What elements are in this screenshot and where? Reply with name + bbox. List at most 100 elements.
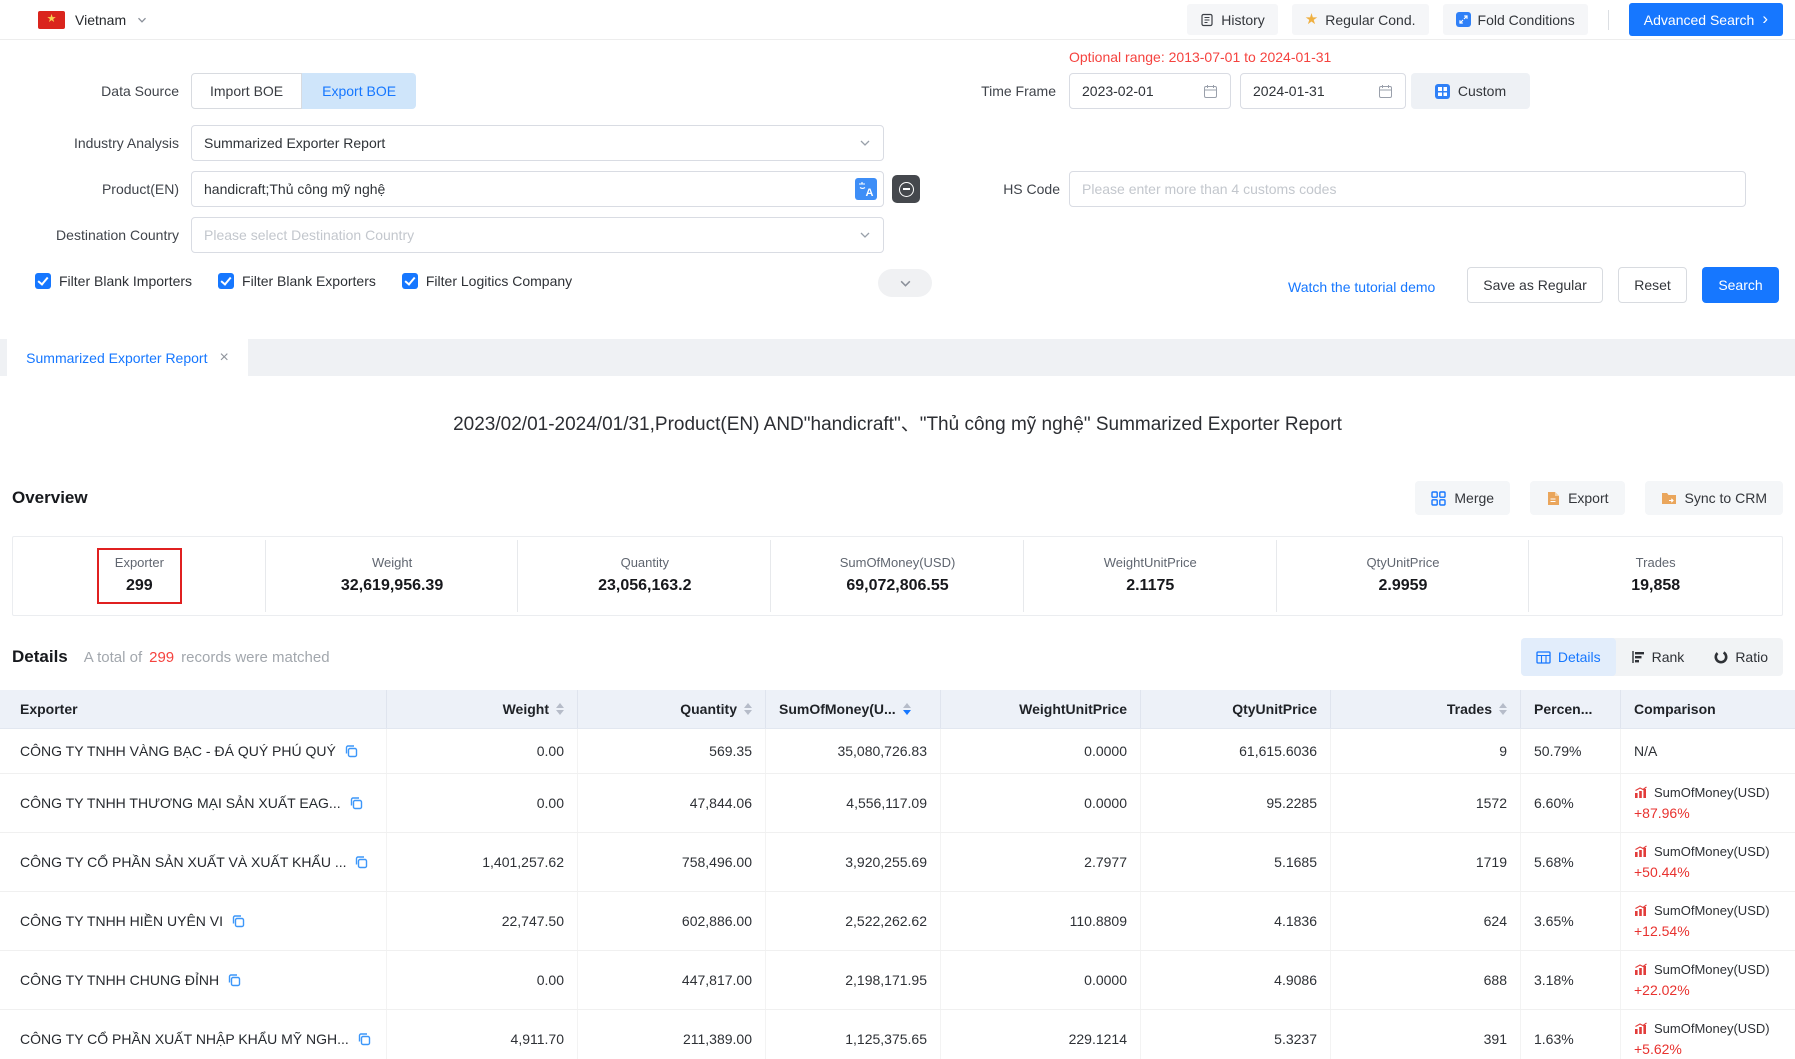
sort-icon[interactable] [1499, 703, 1507, 715]
stat-label: Weight [341, 555, 443, 570]
column-header[interactable]: Trades [1331, 690, 1521, 728]
checkbox-checked-icon[interactable] [218, 273, 234, 289]
column-header[interactable]: Percen... [1521, 690, 1621, 728]
comparison-metric: SumOfMoney(USD) [1654, 1019, 1770, 1038]
industry-analysis-select[interactable]: Summarized Exporter Report [191, 125, 884, 161]
checkbox-checked-icon[interactable] [402, 273, 418, 289]
filter-checkbox[interactable]: Filter Logitics Company [402, 273, 572, 289]
column-header[interactable]: Weight [387, 690, 578, 728]
copy-icon[interactable] [357, 1032, 371, 1046]
cell-weight-unit-price: 0.0000 [941, 774, 1141, 832]
hs-code-placeholder: Please enter more than 4 customs codes [1082, 181, 1733, 197]
history-button[interactable]: History [1187, 4, 1278, 35]
stat-label: WeightUnitPrice [1104, 555, 1197, 570]
report-panel: 2023/02/01-2024/01/31,Product(EN) AND"ha… [0, 412, 1795, 1059]
cell-sum-of-money: 4,556,117.09 [766, 774, 941, 832]
column-header[interactable]: QtyUnitPrice [1141, 690, 1331, 728]
reset-button[interactable]: Reset [1618, 267, 1687, 303]
copy-icon[interactable] [354, 855, 368, 869]
advanced-search-label: Advanced Search [1644, 12, 1755, 28]
column-header[interactable]: Exporter [0, 690, 387, 728]
view-details-button[interactable]: Details [1521, 638, 1616, 676]
filter-checkbox[interactable]: Filter Blank Importers [35, 273, 192, 289]
view-rank-button[interactable]: Rank [1616, 638, 1700, 676]
filter-checkbox[interactable]: Filter Blank Exporters [218, 273, 376, 289]
cell-comparison: SumOfMoney(USD) +50.44% [1621, 833, 1795, 891]
column-header-label: Quantity [680, 701, 737, 717]
export-button[interactable]: Export [1530, 481, 1624, 515]
tutorial-link[interactable]: Watch the tutorial demo [1288, 279, 1435, 295]
view-ratio-button[interactable]: Ratio [1699, 638, 1783, 676]
exporter-name: CÔNG TY CỔ PHẦN XUẤT NHẬP KHẨU MỸ NGH... [20, 1031, 349, 1047]
view-details-label: Details [1558, 649, 1601, 665]
translate-icon[interactable]: A [855, 178, 877, 200]
copy-icon[interactable] [227, 973, 241, 987]
cell-exporter: CÔNG TY TNHH CHUNG ĐỈNH [0, 951, 387, 1009]
comparison-content: SumOfMoney(USD) +50.44% [1634, 842, 1770, 882]
advanced-search-button[interactable]: Advanced Search › [1629, 3, 1783, 36]
trend-up-icon [1634, 904, 1648, 917]
cell-weight: 0.00 [387, 774, 578, 832]
comparison-change: +87.96% [1634, 804, 1770, 823]
import-boe-tab[interactable]: Import BOE [191, 73, 302, 109]
cell-trades: 688 [1331, 951, 1521, 1009]
sync-to-crm-button[interactable]: Sync to CRM [1645, 481, 1783, 515]
destination-country-label: Destination Country [0, 225, 179, 245]
cell-weight-unit-price: 229.1214 [941, 1010, 1141, 1059]
export-boe-tab[interactable]: Export BOE [302, 73, 416, 109]
stat-value: 19,858 [1631, 577, 1680, 595]
table-row: CÔNG TY TNHH VÀNG BẠC - ĐÁ QUÝ PHÚ QUÝ 0… [0, 729, 1795, 774]
checkbox-checked-icon[interactable] [35, 273, 51, 289]
column-header-label: Trades [1447, 701, 1492, 717]
report-title: 2023/02/01-2024/01/31,Product(EN) AND"ha… [0, 412, 1795, 438]
tab-summarized-exporter-report[interactable]: Summarized Exporter Report × [7, 339, 248, 376]
industry-analysis-value: Summarized Exporter Report [204, 135, 859, 151]
filter-checkbox-row: Filter Blank Importers Filter Blank Expo… [35, 273, 572, 289]
copy-icon[interactable] [349, 796, 363, 810]
product-en-input[interactable]: handicraft;Thủ công mỹ nghệ A [191, 171, 884, 207]
regular-cond-button[interactable]: ★ Regular Cond. [1292, 4, 1429, 35]
comparison-content: SumOfMoney(USD) +87.96% [1634, 783, 1770, 823]
comparison-content: SumOfMoney(USD) +5.62% [1634, 1019, 1770, 1059]
sort-icon[interactable] [744, 703, 752, 715]
end-date-input[interactable]: 2024-01-31 [1240, 73, 1406, 109]
country-selector[interactable]: ★ Vietnam [38, 11, 148, 29]
exporter-name: CÔNG TY TNHH CHUNG ĐỈNH [20, 972, 219, 988]
column-header[interactable]: SumOfMoney(U... [766, 690, 941, 728]
destination-country-select[interactable]: Please select Destination Country [191, 217, 884, 253]
cell-weight: 1,401,257.62 [387, 833, 578, 891]
custom-range-button[interactable]: Custom [1411, 73, 1530, 109]
table-icon [1536, 651, 1551, 664]
save-as-regular-button[interactable]: Save as Regular [1467, 267, 1603, 303]
copy-icon[interactable] [231, 914, 245, 928]
checkbox-label: Filter Logitics Company [426, 273, 572, 289]
merge-button[interactable]: Merge [1415, 481, 1510, 515]
column-header[interactable]: Comparison [1621, 690, 1795, 728]
stat-label: QtyUnitPrice [1366, 555, 1439, 570]
fold-conditions-button[interactable]: Fold Conditions [1443, 4, 1588, 35]
sort-icon[interactable] [556, 703, 564, 715]
cell-quantity: 758,496.00 [578, 833, 766, 891]
cell-percent: 3.65% [1521, 892, 1621, 950]
close-icon[interactable]: × [219, 350, 228, 366]
cell-sum-of-money: 2,198,171.95 [766, 951, 941, 1009]
view-switcher: Details Rank Ratio [1521, 638, 1783, 676]
start-date-input[interactable]: 2023-02-01 [1069, 73, 1231, 109]
trend-up-icon [1634, 1022, 1648, 1035]
search-button[interactable]: Search [1702, 267, 1779, 303]
stat-label: SumOfMoney(USD) [840, 555, 956, 570]
calendar-icon [1378, 84, 1393, 99]
sort-icon[interactable] [903, 703, 911, 715]
collapse-form-button[interactable] [878, 269, 932, 297]
column-header[interactable]: Quantity [578, 690, 766, 728]
history-icon [1200, 13, 1214, 27]
comparison-metric: SumOfMoney(USD) [1654, 901, 1770, 920]
details-heading: Details [12, 647, 68, 667]
copy-icon[interactable] [344, 744, 358, 758]
exporter-name: CÔNG TY CỔ PHẦN SẢN XUẤT VÀ XUẤT KHẨU ..… [20, 854, 346, 870]
top-bar: ★ Vietnam History ★ Regular Cond. Fold C… [0, 0, 1795, 40]
column-header[interactable]: WeightUnitPrice [941, 690, 1141, 728]
custom-icon [1435, 84, 1450, 99]
chevron-down-icon [859, 229, 871, 241]
hs-code-input[interactable]: Please enter more than 4 customs codes [1069, 171, 1746, 207]
